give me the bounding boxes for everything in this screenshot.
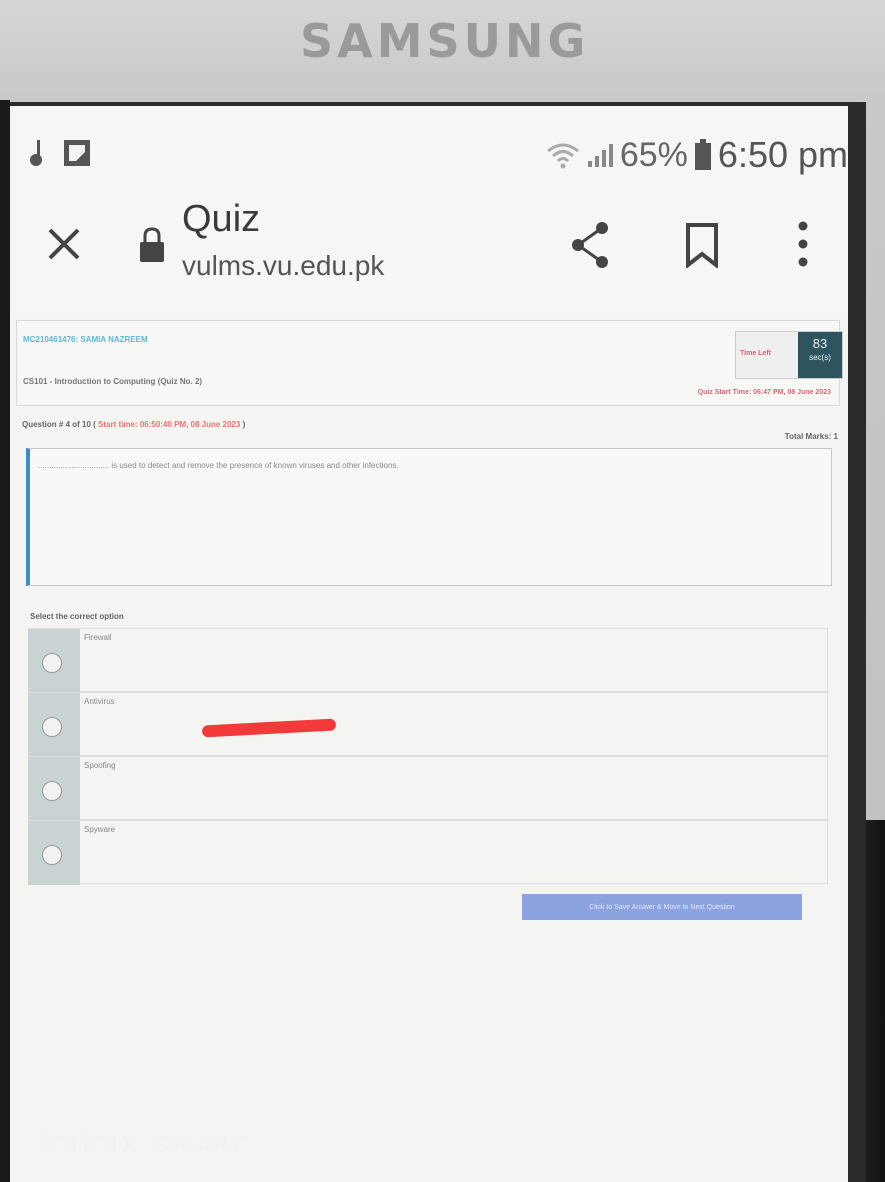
select-option-label: Select the correct option	[30, 612, 124, 621]
student-id: MC210461476: SAMIA NAZREEM	[23, 335, 148, 344]
option-radio[interactable]	[42, 717, 62, 737]
status-left	[28, 138, 92, 168]
screenshot-notification-icon	[64, 140, 90, 166]
more-icon[interactable]	[796, 220, 810, 268]
course-title: CS101 - Introduction to Computing (Quiz …	[23, 377, 203, 386]
music-notification-icon	[30, 140, 42, 166]
status-time: 6:50 pm	[717, 134, 848, 175]
question-start-time: Start time: 06:50:40 PM, 08 June 2023	[98, 420, 241, 429]
share-icon[interactable]	[568, 220, 612, 270]
option-radio-cell	[28, 821, 80, 885]
total-marks: Total Marks: 1	[784, 432, 838, 441]
lock-icon	[140, 227, 164, 262]
quiz-info-box: MC210461476: SAMIA NAZREEM CS101 - Intro…	[16, 320, 843, 406]
options-list: Firewall Antivirus Spoofing Spyware	[28, 628, 828, 885]
option-label: Antivirus	[84, 697, 115, 706]
browser-toolbar: Quiz vulms.vu.edu.pk	[10, 196, 848, 306]
question-text: ................................ is used…	[38, 461, 399, 470]
timer-label: Time Left	[740, 350, 771, 357]
option-row[interactable]: Antivirus	[28, 692, 828, 757]
option-radio-cell	[28, 629, 80, 693]
option-radio[interactable]	[42, 781, 62, 801]
option-row[interactable]: Spyware	[28, 820, 828, 885]
status-right: 65% 6:50 pm	[546, 134, 848, 176]
option-label: Spyware	[84, 825, 116, 834]
bezel-edge-left	[0, 100, 10, 1182]
question-header-close: )	[242, 420, 246, 429]
question-box: ................................ is used…	[26, 448, 832, 586]
signal-icon	[587, 144, 613, 167]
timer-unit: sec(s)	[809, 353, 831, 362]
watermark-suffix: SMART	[154, 1134, 246, 1159]
status-bar: 65% 6:50 pm	[10, 120, 848, 180]
option-row[interactable]: Firewall	[28, 628, 828, 693]
option-label: Spoofing	[84, 761, 116, 770]
option-label: Firewall	[84, 633, 112, 642]
timer-value: 83	[812, 336, 828, 351]
option-radio-cell	[28, 693, 80, 757]
close-icon[interactable]	[44, 224, 84, 264]
quiz-start-time: Quiz Start Time: 06:47 PM, 08 June 2023	[697, 389, 831, 396]
device-brand: SAMSUNG	[300, 14, 590, 68]
page-url[interactable]: vulms.vu.edu.pk	[182, 250, 384, 282]
watermark-brand: Infinix	[40, 1126, 139, 1161]
option-radio[interactable]	[42, 845, 62, 865]
option-radio-cell	[28, 757, 80, 821]
camera-watermark: Infinix SMART	[40, 1126, 246, 1161]
page-title: Quiz	[182, 198, 261, 240]
battery-percent: 65%	[619, 135, 688, 174]
timer-countdown: 83 sec(s)	[798, 332, 842, 378]
save-next-button[interactable]: Click to Save Answer & Move to Next Ques…	[522, 894, 802, 920]
question-header: Question # 4 of 10 ( Start time: 06:50:4…	[22, 420, 245, 429]
wifi-icon	[546, 143, 579, 169]
timer-box: Time Left 83 sec(s)	[735, 331, 843, 379]
bookmark-icon[interactable]	[684, 222, 720, 268]
option-radio[interactable]	[42, 653, 62, 673]
question-number: Question # 4 of 10 (	[22, 420, 96, 429]
option-row[interactable]: Spoofing	[28, 756, 828, 821]
phone-screen: 65% 6:50 pm Quiz vulms.vu.edu.pk MC21046…	[10, 102, 866, 1182]
battery-icon	[694, 139, 711, 170]
quiz-page: MC210461476: SAMIA NAZREEM CS101 - Intro…	[10, 312, 848, 1182]
